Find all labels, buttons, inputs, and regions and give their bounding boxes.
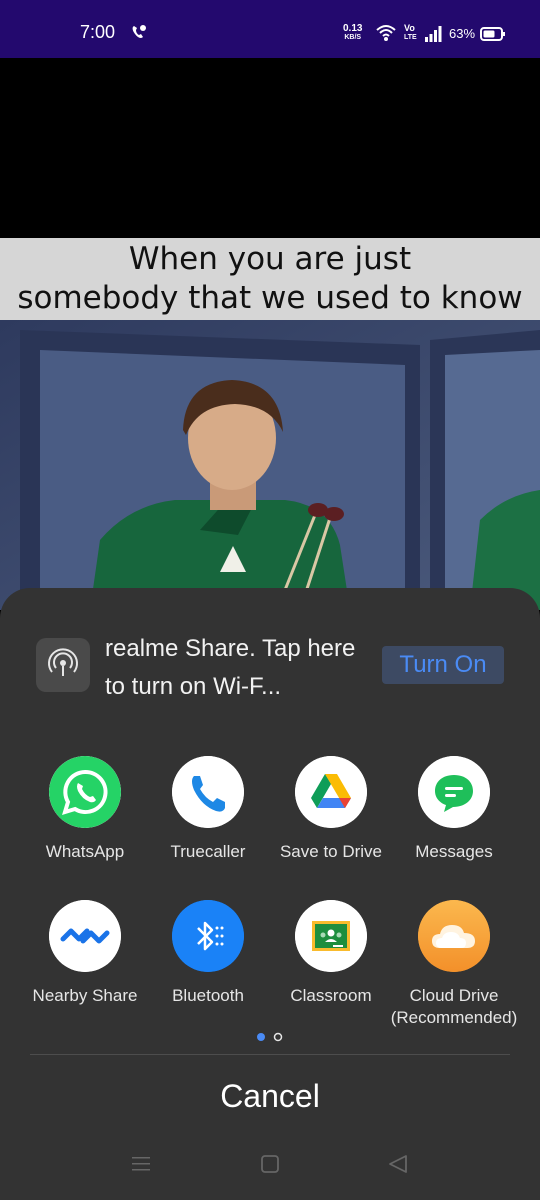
- truecaller-icon: [172, 756, 244, 828]
- status-time: 7:00: [80, 22, 116, 42]
- share-sheet: realme Share. Tap here to turn on Wi-F..…: [0, 588, 540, 1200]
- divider: [30, 1054, 510, 1055]
- volte-bottom: LTE: [404, 34, 417, 41]
- back-nav-icon[interactable]: [386, 1152, 410, 1176]
- volte-top: Vo: [404, 23, 415, 33]
- meme-caption: When you are just somebody that we used …: [0, 238, 540, 320]
- nearby-share-icon: [49, 900, 121, 972]
- menu-nav-icon[interactable]: [129, 1152, 153, 1176]
- network-speed: 0.13 KB/S: [343, 24, 362, 42]
- google-drive-icon: [295, 756, 367, 828]
- network-speed-value: 0.13: [343, 23, 363, 34]
- classroom-icon: [295, 900, 367, 972]
- share-target-classroom[interactable]: Classroom: [266, 900, 396, 1007]
- app-label: Cloud Drive (Recommended): [390, 986, 518, 1027]
- meme-caption-line2: somebody that we used to know: [17, 280, 523, 316]
- meme-photo: [0, 320, 540, 610]
- home-nav-icon[interactable]: [258, 1152, 282, 1176]
- page-indicator: [257, 1032, 283, 1042]
- cancel-button[interactable]: Cancel: [170, 1074, 370, 1118]
- messages-icon: [418, 756, 490, 828]
- share-target-whatsapp[interactable]: WhatsApp: [20, 756, 150, 863]
- app-label: Classroom: [290, 986, 372, 1005]
- call-notification-icon: [132, 25, 146, 38]
- app-label: Truecaller: [170, 842, 246, 861]
- media-letterbox: [0, 58, 540, 238]
- battery-percent: 63%: [449, 26, 476, 41]
- share-target-save-to-drive[interactable]: Save to Drive: [266, 756, 396, 863]
- volte-indicator: Vo LTE: [404, 24, 417, 42]
- share-target-cloud-drive[interactable]: Cloud Drive (Recommended): [389, 900, 519, 1029]
- share-target-messages[interactable]: Messages: [389, 756, 519, 863]
- realme-share-icon: [36, 638, 90, 692]
- app-label: Nearby Share: [32, 986, 138, 1005]
- share-target-nearby-share[interactable]: Nearby Share: [20, 900, 150, 1007]
- share-target-bluetooth[interactable]: Bluetooth: [143, 900, 273, 1007]
- meme-photo-illustration: [0, 320, 540, 610]
- wifi-icon: [376, 25, 396, 41]
- app-label: Bluetooth: [172, 986, 244, 1005]
- page-dot-inactive: [273, 1032, 283, 1042]
- signal-strength-icon: [425, 26, 442, 42]
- whatsapp-icon: [49, 756, 121, 828]
- bluetooth-icon: [172, 900, 244, 972]
- battery-icon: [480, 27, 505, 41]
- app-label: WhatsApp: [45, 842, 125, 861]
- app-label: Messages: [415, 842, 493, 861]
- network-speed-unit: KB/S: [344, 34, 362, 41]
- share-target-truecaller[interactable]: Truecaller: [143, 756, 273, 863]
- cloud-drive-icon: [418, 900, 490, 972]
- turn-on-button[interactable]: Turn On: [382, 646, 504, 684]
- meme-caption-line1: When you are just: [128, 241, 412, 277]
- realme-share-message[interactable]: realme Share. Tap here to turn on Wi-F..…: [105, 630, 365, 706]
- status-bar: 7:00 0.13 KB/S Vo LTE 63%: [0, 0, 540, 58]
- page-dot-active: [257, 1033, 265, 1041]
- app-label: Save to Drive: [279, 842, 383, 861]
